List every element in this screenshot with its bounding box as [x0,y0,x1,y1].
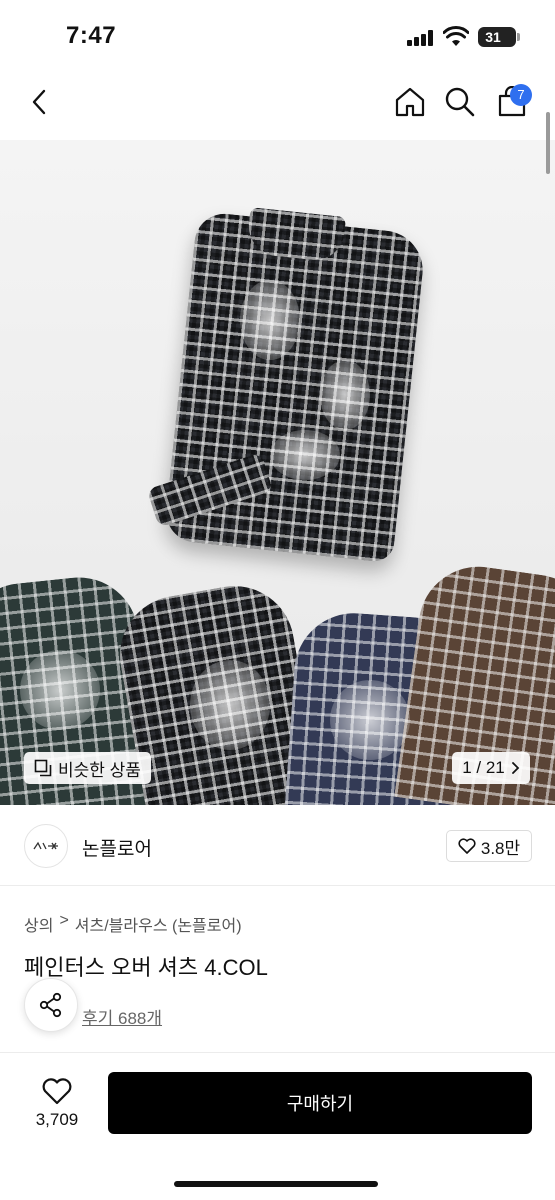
heart-icon [42,1077,72,1104]
bottom-action-bar: 3,709 구매하기 [0,1054,555,1200]
paint-splash [270,430,340,480]
wifi-icon [443,26,469,46]
review-count-link[interactable]: 후기 688개 [82,1004,162,1029]
similar-products-button[interactable]: 비슷한 상품 [24,752,151,784]
similar-products-label: 비슷한 상품 [58,760,141,780]
brand-name[interactable]: 논플로어 [82,834,152,861]
image-page-indicator[interactable]: 1 / 21 [452,752,530,784]
paint-splash [240,280,300,360]
home-icon [395,87,425,117]
heart-icon [458,838,476,854]
breadcrumb-separator: > [59,912,69,929]
search-icon [445,87,475,117]
page-indicator-text: 1 / 21 [462,758,505,777]
home-button[interactable] [390,82,430,122]
product-title: 페인터스 오버 셔츠 4.COL [24,955,268,980]
brand-like-button[interactable]: 3.8만 [446,830,532,862]
back-button[interactable] [20,82,60,122]
scrollbar[interactable] [546,112,550,174]
share-icon [39,992,62,1018]
share-button[interactable] [24,978,78,1032]
breadcrumb: 상의 > 셔츠/블라우스 (논플로어) [24,912,242,936]
breadcrumb-top[interactable]: 상의 [24,912,53,936]
battery-level: 31 [485,29,501,45]
battery-icon: 31 [478,27,516,47]
product-image-gallery[interactable] [0,140,555,805]
brand-logo[interactable] [24,824,68,868]
paint-splash [320,360,370,430]
brand-like-count: 3.8만 [480,838,521,858]
brand-logo-mark [33,841,58,850]
brand-row: 논플로어 3.8만 [0,820,555,886]
search-button[interactable] [440,82,480,122]
paint-splash [330,680,410,760]
cart-count-badge: 7 [510,84,532,106]
copy-icon [34,759,52,777]
signal-icon [407,30,435,46]
wishlist-count: 3,709 [35,1110,79,1129]
paint-splash [20,650,100,730]
paint-splash [190,660,270,750]
chevron-right-icon [511,762,520,774]
chevron-left-icon [32,89,46,115]
home-indicator [174,1181,378,1187]
status-time: 7:47 [66,22,117,49]
buy-button[interactable]: 구매하기 [108,1072,532,1134]
battery-cap [517,33,520,41]
wishlist-button[interactable] [40,1074,74,1108]
breadcrumb-category[interactable]: 셔츠/블라우스 (논플로어) [75,912,242,936]
divider [0,1052,555,1053]
status-bar: 7:47 31 [0,0,555,72]
top-nav [0,72,555,138]
